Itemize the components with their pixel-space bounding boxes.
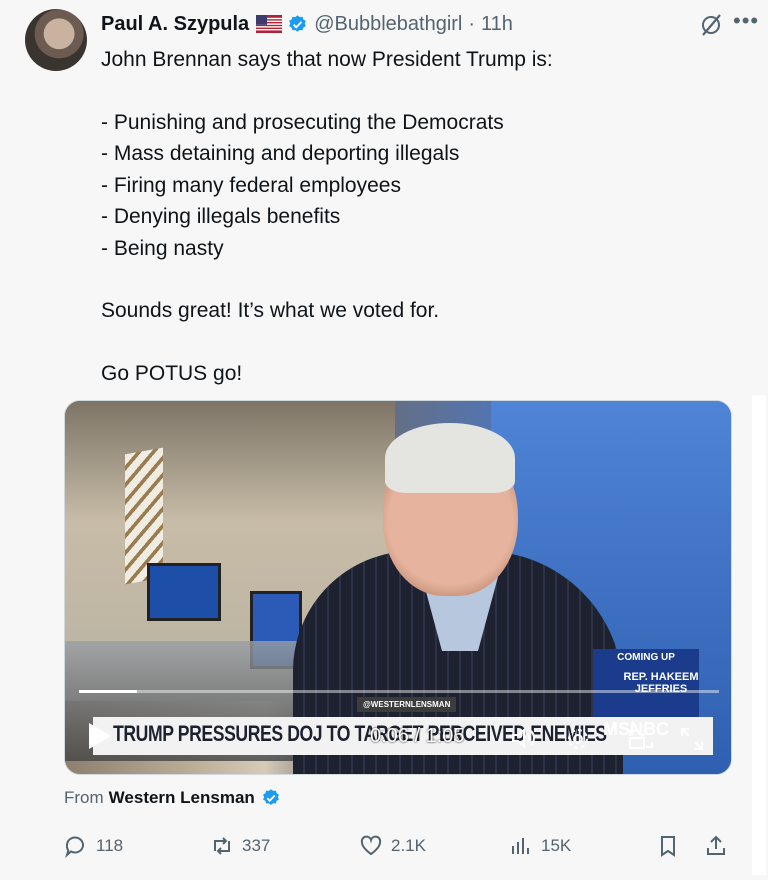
bookmark-icon [661, 836, 675, 857]
like-count: 2.1K [391, 836, 426, 855]
progress-bar[interactable] [79, 690, 719, 693]
tweet-line-3: Go POTUS go! [101, 361, 243, 385]
action-bar: 118 337 2.1K 15K [64, 834, 744, 864]
reply-icon [65, 836, 84, 858]
tweet-header: Paul A. Szypula @Bubblebathgirl · 11h [101, 10, 513, 38]
views-button[interactable]: 15K [509, 834, 571, 858]
tweet-intro: John Brennan says that now President Tru… [101, 48, 553, 71]
share-icon [707, 835, 725, 855]
repost-button[interactable]: 337 [210, 834, 270, 858]
reply-count: 118 [96, 836, 124, 855]
captions-icon[interactable] [627, 727, 655, 751]
source-name[interactable]: Western Lensman [109, 788, 255, 808]
share-button[interactable] [704, 834, 736, 858]
volume-icon[interactable] [510, 726, 536, 750]
heart-icon [360, 835, 382, 856]
source-attribution: From Western Lensman [64, 788, 281, 808]
avatar[interactable] [25, 9, 87, 71]
from-label: From [64, 788, 104, 807]
view-count: 15K [541, 836, 572, 855]
studio-monitor [147, 563, 221, 621]
coming-up-label: COMING UP [617, 652, 675, 663]
timestamp[interactable]: 11h [481, 13, 513, 36]
verified-badge-icon [289, 14, 306, 32]
author-handle[interactable]: @Bubblebathgirl [314, 13, 462, 36]
watermark-tag: @WESTERNLENSMAN [357, 697, 457, 712]
separator-dot: · [468, 12, 476, 35]
verified-badge-icon [262, 789, 279, 805]
tweet-line-2: Sounds great! It’s what we voted for. [101, 299, 440, 322]
bookmark-button[interactable] [656, 834, 688, 858]
progress-fill [79, 690, 137, 693]
play-icon[interactable] [89, 723, 111, 749]
views-icon [512, 838, 529, 854]
like-button[interactable]: 2.1K [359, 834, 426, 858]
tweet-text: John Brennan says that now President Tru… [101, 44, 741, 389]
repost-icon [214, 837, 230, 855]
us-flag-icon [256, 15, 283, 33]
repost-count: 337 [242, 836, 271, 855]
list-item: - Punishing and prosecuting the Democrat… [101, 110, 504, 134]
settings-gear-icon[interactable] [565, 726, 591, 752]
fullscreen-icon[interactable] [679, 726, 705, 752]
grok-icon[interactable] [698, 12, 724, 38]
scrollbar[interactable] [752, 395, 766, 875]
author-name[interactable]: Paul A. Szypula [101, 13, 249, 36]
reply-button[interactable]: 118 [64, 834, 123, 858]
list-item: - Being nasty [101, 236, 224, 260]
more-options-icon[interactable]: ••• [733, 10, 763, 36]
video-player[interactable]: COMING UP REP. HAKEEM JEFFRIES TRUMP PRE… [64, 400, 732, 775]
list-item: - Firing many federal employees [101, 173, 401, 197]
list-item: - Mass detaining and deporting illegals [101, 142, 460, 165]
list-item: - Denying illegals benefits [101, 205, 341, 228]
timecode: 0:06 / 1:05 [370, 725, 465, 747]
speaker-hair [385, 423, 515, 493]
